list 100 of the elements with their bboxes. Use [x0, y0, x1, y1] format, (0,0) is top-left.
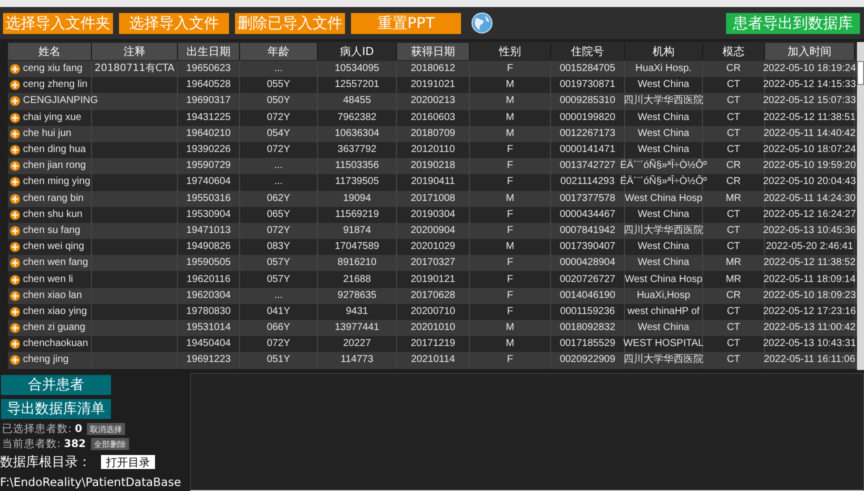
add-icon[interactable] — [10, 145, 20, 156]
add-icon[interactable] — [10, 339, 20, 350]
table-cell: 2022-05-12 17:23:16 — [763, 306, 856, 317]
table-cell: M — [506, 96, 514, 106]
table-cell: 051Y — [266, 355, 290, 366]
add-icon[interactable] — [10, 194, 20, 204]
table-cell: 2022-05-11 14:24:30 — [763, 194, 856, 204]
add-icon[interactable] — [10, 306, 20, 317]
table-cell: CT — [726, 355, 740, 366]
table-cell: chen rang bin — [23, 194, 84, 204]
add-icon[interactable] — [10, 161, 20, 172]
table-cell: M — [506, 323, 514, 334]
table-cell: 20180612 — [410, 64, 456, 74]
table-cell: M — [506, 242, 514, 252]
table-cell: 20201029 — [410, 242, 456, 252]
table-cell: 19590729 — [186, 161, 231, 172]
table-cell: 13977441 — [334, 323, 380, 334]
table-cell: chai ying xue — [23, 112, 82, 123]
table-cell: 0009285310 — [560, 96, 616, 106]
table-cell: 0000199820 — [560, 112, 616, 123]
column-header[interactable]: 加入时间 — [765, 43, 855, 60]
table-cell: 12557201 — [334, 80, 380, 90]
small-button[interactable]: 取消选择 — [87, 422, 126, 434]
table-cell: 17047589 — [334, 242, 380, 252]
table-cell: CENGJIANPING — [23, 96, 98, 106]
table-cell: 2022-05-10 20:04:43 — [763, 177, 856, 188]
table-cell: 19590505 — [186, 258, 231, 268]
table-cell: 2022-05-13 10:45:36 — [763, 226, 856, 236]
add-icon[interactable] — [10, 177, 20, 188]
small-button[interactable]: 全部删除 — [90, 438, 129, 450]
stat-label: 已选择患者数: 0 — [2, 422, 82, 436]
table-cell: 19550316 — [186, 194, 231, 204]
add-icon[interactable] — [10, 112, 20, 123]
table-cell: 2022-05-12 11:38:51 — [763, 112, 856, 123]
add-icon[interactable] — [10, 290, 20, 301]
table-cell: 19780830 — [186, 306, 231, 317]
add-icon[interactable] — [10, 274, 20, 285]
table-cell: 0017377578 — [560, 194, 616, 204]
table-cell: 19690317 — [186, 96, 231, 106]
table-cell: 0007841942 — [560, 226, 616, 236]
table-cell: 0000428904 — [560, 258, 616, 268]
add-icon[interactable] — [10, 80, 20, 90]
table-cell: 20190218 — [410, 161, 456, 172]
table-cell: 2022-05-12 16:24:27 — [763, 210, 856, 220]
table-cell: chen xiao ying — [23, 306, 87, 317]
table-cell: CT — [726, 128, 740, 139]
add-icon[interactable] — [10, 128, 20, 139]
add-icon[interactable] — [10, 64, 20, 74]
table-cell: ceng xiu fang — [23, 64, 82, 74]
table-cell: F — [506, 210, 514, 220]
export-list-button[interactable]: 导出数据库清单 — [1, 399, 111, 419]
table-cell: 072Y — [266, 339, 290, 350]
column-header[interactable]: 获得日期 — [397, 43, 470, 60]
column-header[interactable]: 出生日期 — [178, 43, 240, 60]
globe-icon[interactable] — [471, 12, 493, 34]
table-cell: 0015284705 — [560, 64, 616, 74]
table-cell: cheng jing — [23, 355, 69, 366]
table-cell: F — [506, 226, 514, 236]
add-icon[interactable] — [10, 242, 20, 252]
table-cell: chen jian rong — [23, 161, 86, 172]
add-icon[interactable] — [10, 355, 20, 366]
table-cell: MR — [726, 194, 742, 204]
add-icon[interactable] — [10, 226, 20, 236]
table-cell: chen wei qing — [23, 242, 84, 252]
table-cell: F — [506, 274, 514, 285]
column-header[interactable]: 注释 — [92, 43, 178, 60]
table-cell: chen wen li — [23, 274, 74, 285]
add-icon[interactable] — [10, 210, 20, 220]
table-cell: CR — [726, 290, 741, 301]
open-folder-button[interactable]: 打开目录 — [101, 455, 155, 469]
scrollbar[interactable] — [857, 42, 864, 370]
table-cell: West China — [638, 210, 690, 220]
table-cell: West China — [638, 145, 690, 156]
table-cell: 057Y — [266, 258, 290, 268]
table-cell: chen zi guang — [23, 323, 86, 334]
table-cell: 19490826 — [186, 242, 231, 252]
column-header[interactable]: 姓名 — [8, 43, 92, 60]
add-icon[interactable] — [10, 96, 20, 106]
table-cell: 20210114 — [411, 355, 455, 366]
table-cell: ... — [274, 64, 283, 74]
table-cell: HuaXi,Hosp — [636, 290, 690, 301]
table-cell: 2022-05-11 16:11:06 — [764, 355, 856, 366]
table-cell: 0021114293 — [560, 177, 615, 188]
table-cell: 0019730871 — [560, 80, 616, 90]
table-cell: che hui jun — [23, 128, 72, 139]
table-cell: MR — [726, 258, 742, 268]
table-cell: 19640210 — [186, 128, 231, 139]
table-cell: 2022-05-10 18:09:23 — [763, 290, 856, 301]
add-icon[interactable] — [10, 323, 20, 334]
merge-button[interactable]: 合并患者 — [1, 375, 111, 395]
table-cell: 四川大学华西医院 — [624, 96, 704, 106]
table-cell: 2022-05-20 2:46:41 — [766, 242, 854, 252]
table-cell: 055Y — [266, 80, 290, 90]
table-cell: 19094 — [343, 194, 371, 204]
add-icon[interactable] — [10, 258, 20, 268]
scrollbar-thumb[interactable] — [857, 61, 864, 85]
table-cell: 2022-05-10 19:59:20 — [763, 161, 856, 172]
table-cell: 19530904 — [186, 210, 231, 220]
column-header[interactable]: 年龄 — [240, 43, 318, 60]
table-cell: 0013742727 — [560, 161, 616, 172]
